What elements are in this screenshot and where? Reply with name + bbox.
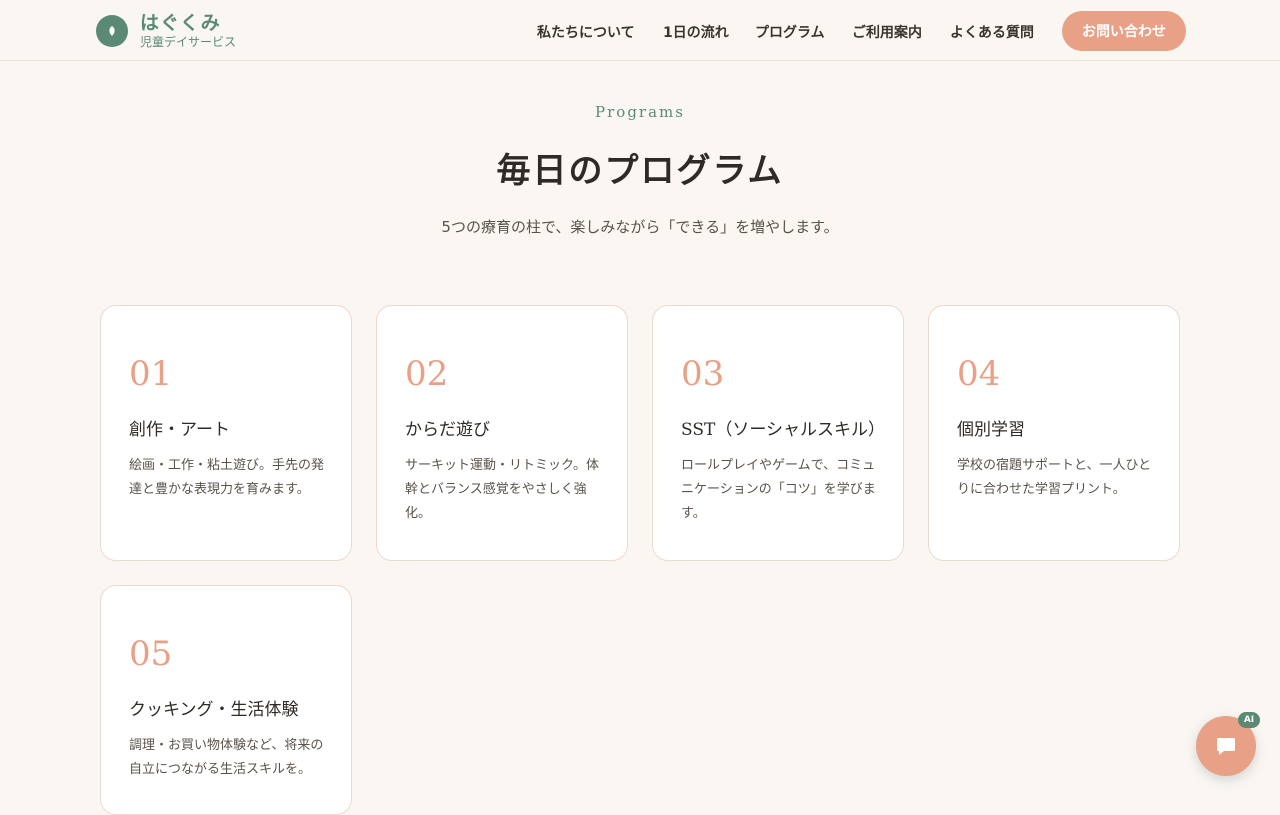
program-card-sst: 03 SST（ソーシャルスキル） ロールプレイやゲームで、コミュニケーションの「… bbox=[652, 305, 904, 561]
card-description: 学校の宿題サポートと、一人ひとりに合わせた学習プリント。 bbox=[957, 458, 1152, 497]
card-description: 調理・お買い物体験など、将来の自立につながる生活スキルを。 bbox=[129, 738, 324, 777]
nav-item-faq[interactable]: よくある質問 bbox=[950, 22, 1034, 42]
card-number: 05 bbox=[129, 634, 173, 674]
nav-item-about[interactable]: 私たちについて bbox=[537, 22, 635, 42]
card-description: サーキット運動・リトミック。体幹とバランス感覚をやさしく強化。 bbox=[405, 458, 599, 521]
card-title: 創作・アート bbox=[129, 420, 230, 440]
ai-badge: AI bbox=[1238, 712, 1260, 728]
card-title: クッキング・生活体験 bbox=[129, 700, 299, 720]
card-title: 個別学習 bbox=[957, 420, 1025, 440]
card-description: 絵画・工作・粘土遊び。手先の発達と豊かな表現力を育みます。 bbox=[129, 458, 325, 497]
card-title: SST（ソーシャルスキル） bbox=[681, 420, 885, 440]
program-card-cooking: 05 クッキング・生活体験 調理・お買い物体験など、将来の自立につながる生活スキ… bbox=[100, 585, 352, 815]
nav-item-guide[interactable]: ご利用案内 bbox=[852, 22, 922, 42]
chat-bubble-icon bbox=[1217, 738, 1235, 755]
program-card-study: 04 個別学習 学校の宿題サポートと、一人ひとりに合わせた学習プリント。 bbox=[928, 305, 1180, 561]
card-description: ロールプレイやゲームで、コミュニケーションの「コツ」を学びます。 bbox=[681, 458, 876, 521]
nav-item-programs[interactable]: プログラム bbox=[755, 22, 825, 42]
card-number: 02 bbox=[405, 354, 449, 394]
section-eyebrow: Programs bbox=[595, 103, 685, 121]
nav-item-daily-flow[interactable]: 1日の流れ bbox=[663, 22, 729, 42]
section-lead: 5つの療育の柱で、楽しみながら「できる」を増やします。 bbox=[441, 218, 839, 236]
brand-subtitle: 児童デイサービス bbox=[140, 35, 237, 49]
leaf-icon bbox=[96, 15, 128, 47]
contact-button[interactable]: お問い合わせ bbox=[1062, 11, 1186, 51]
page-title: 毎日のプログラム bbox=[496, 151, 784, 191]
site-header: はぐくみ 児童デイサービス 私たちについて 1日の流れ プログラム ご利用案内 … bbox=[0, 0, 1280, 61]
card-number: 04 bbox=[957, 354, 1001, 394]
program-card-art: 01 創作・アート 絵画・工作・粘土遊び。手先の発達と豊かな表現力を育みます。 bbox=[100, 305, 352, 561]
card-number: 03 bbox=[681, 354, 725, 394]
card-title: からだ遊び bbox=[405, 420, 490, 440]
brand-name: はぐくみ bbox=[140, 12, 221, 34]
card-number: 01 bbox=[129, 354, 173, 394]
program-card-movement: 02 からだ遊び サーキット運動・リトミック。体幹とバランス感覚をやさしく強化。 bbox=[376, 305, 628, 561]
site-logo[interactable]: はぐくみ 児童デイサービス bbox=[96, 14, 236, 48]
